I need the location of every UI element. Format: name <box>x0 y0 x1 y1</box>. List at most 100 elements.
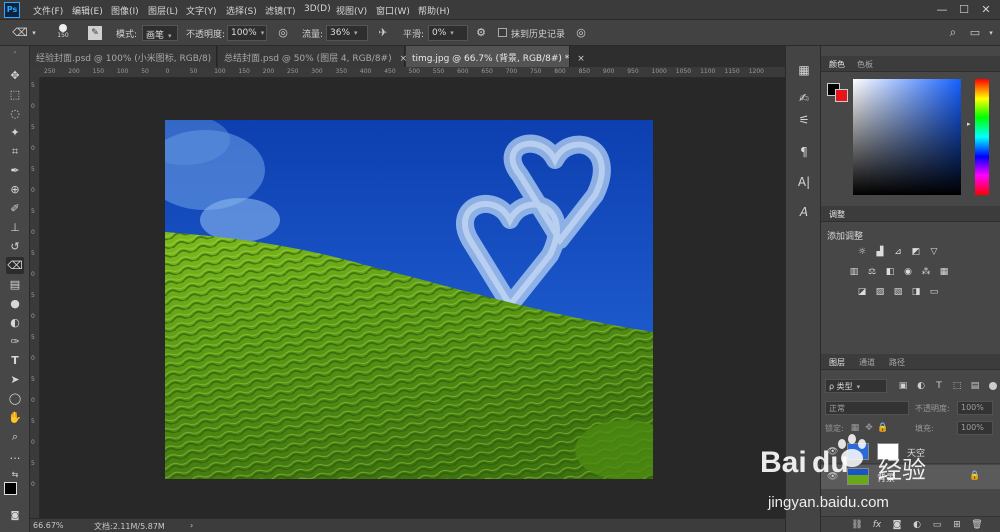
filter-toggle-icon[interactable] <box>989 382 997 390</box>
blend-mode-select[interactable]: 正常 <box>825 401 909 415</box>
filter-adjustment-icon[interactable]: ◐ <box>915 380 927 392</box>
airbrush-icon[interactable]: ✈ <box>376 26 390 40</box>
color-field[interactable] <box>853 79 961 195</box>
history-panel-icon[interactable]: ▦ <box>794 60 814 80</box>
selective-color-icon[interactable]: ◨ <box>909 286 923 298</box>
lock-all-icon[interactable]: 🔒 <box>877 422 889 434</box>
brush-settings-icon[interactable]: ✎ <box>88 26 102 40</box>
lasso-tool-icon[interactable]: ◌ <box>6 105 24 122</box>
path-selection-tool-icon[interactable]: ➤ <box>6 371 24 388</box>
move-tool-icon[interactable]: ✥ <box>6 67 24 84</box>
search-icon[interactable]: ⌕ <box>946 25 960 39</box>
menu-filter[interactable]: 滤镜(T) <box>265 4 296 17</box>
swap-colors-icon[interactable]: ⇆ <box>6 466 24 483</box>
magic-wand-tool-icon[interactable]: ✦ <box>6 124 24 141</box>
brightness-icon[interactable]: ☼ <box>855 246 869 258</box>
quick-mask-icon[interactable]: ◙ <box>6 508 24 525</box>
menu-type[interactable]: 文字(Y) <box>186 4 217 17</box>
toolbar-collapse-icon[interactable]: » <box>6 50 24 56</box>
blur-tool-icon[interactable]: ● <box>6 295 24 312</box>
clone-stamp-tool-icon[interactable]: ⊥ <box>6 219 24 236</box>
pen-tool-icon[interactable]: ✑ <box>6 333 24 350</box>
zoom-level[interactable]: 66.67% <box>33 521 64 530</box>
pressure-size-icon[interactable]: ◎ <box>574 26 588 40</box>
erase-history-checkbox[interactable] <box>498 28 507 37</box>
add-mask-icon[interactable]: ◙ <box>891 519 903 531</box>
hue-saturation-icon[interactable]: ▥ <box>847 266 861 278</box>
tab-summary-cover[interactable]: 总结封面.psd @ 50% (图层 4, RGB/8#) × <box>218 46 407 67</box>
tab-channels[interactable]: 通道 <box>859 357 875 368</box>
horizontal-ruler[interactable]: 250 200 150 100 50 0 50 100 150 200 250 300 350 400 45… <box>40 67 785 78</box>
eraser-tool-icon[interactable]: ⌫ <box>6 257 24 274</box>
close-tab-icon[interactable]: × <box>577 54 585 64</box>
photo-filter-icon[interactable]: ◉ <box>901 266 915 278</box>
filter-smart-object-icon[interactable]: ▤ <box>969 380 981 392</box>
character-panel-icon[interactable]: A| <box>794 172 814 192</box>
posterize-icon[interactable]: ▨ <box>873 286 887 298</box>
new-adjustment-icon[interactable]: ◐ <box>911 519 923 531</box>
dodge-tool-icon[interactable]: ◐ <box>6 314 24 331</box>
close-window-button[interactable]: ✕ <box>976 2 996 18</box>
new-group-icon[interactable]: ▭ <box>931 519 943 531</box>
document-image[interactable] <box>165 120 653 479</box>
pressure-opacity-icon[interactable]: ◎ <box>276 26 290 40</box>
menu-help[interactable]: 帮助(H) <box>418 4 450 17</box>
black-white-icon[interactable]: ◧ <box>883 266 897 278</box>
tab-layers[interactable]: 图层 <box>829 357 845 368</box>
hand-tool-icon[interactable]: ✋ <box>6 409 24 426</box>
vibrance-icon[interactable]: ▽ <box>927 246 941 258</box>
zoom-tool-icon[interactable]: ⌕ <box>6 428 24 445</box>
menu-layer[interactable]: 图层(L) <box>148 4 178 17</box>
status-menu-arrow[interactable]: › <box>190 521 193 530</box>
ruler-origin[interactable] <box>30 67 40 78</box>
filter-type-icon[interactable]: T <box>933 380 945 392</box>
flow-field[interactable]: 36% ▾ <box>326 25 368 41</box>
threshold-icon[interactable]: ▧ <box>891 286 905 298</box>
workspace-icon[interactable]: ▭ <box>968 26 982 40</box>
eyedropper-tool-icon[interactable]: ✒ <box>6 162 24 179</box>
color-balance-icon[interactable]: ⚖ <box>865 266 879 278</box>
hue-slider[interactable] <box>975 79 989 195</box>
ellipse-tool-icon[interactable]: ◯ <box>6 390 24 407</box>
brush-panel-icon[interactable]: ✍ <box>794 88 814 108</box>
tool-preset-dropdown-icon[interactable]: ▾ <box>30 26 38 40</box>
type-tool-icon[interactable]: T <box>6 352 24 369</box>
minimize-button[interactable]: — <box>932 2 952 18</box>
tab-timg[interactable]: timg.jpg @ 66.7% (背景, RGB/8#) * × <box>406 46 585 67</box>
hue-slider-handle-icon[interactable]: ▸ <box>967 120 971 128</box>
gradient-tool-icon[interactable]: ▤ <box>6 276 24 293</box>
layer-style-icon[interactable]: fx <box>871 519 883 531</box>
history-brush-tool-icon[interactable]: ↺ <box>6 238 24 255</box>
menu-file[interactable]: 文件(F) <box>33 4 63 17</box>
workspace-chevron-icon[interactable]: ▾ <box>986 26 996 40</box>
tab-paths[interactable]: 路径 <box>889 357 905 368</box>
crop-tool-icon[interactable]: ⌗ <box>6 143 24 160</box>
link-layers-icon[interactable]: ⛓ <box>851 519 863 531</box>
menu-image[interactable]: 图像(I) <box>111 4 139 17</box>
eraser-tool-icon[interactable]: ⌫ <box>12 26 28 40</box>
layer-opacity-field[interactable]: 100% <box>957 401 993 415</box>
vertical-ruler[interactable]: 5 0 5 0 5 0 5 0 5 0 5 0 5 0 5 0 5 0 5 0 <box>30 78 40 518</box>
levels-icon[interactable]: ▟ <box>873 246 887 258</box>
fill-field[interactable]: 100% <box>957 421 993 435</box>
mode-select[interactable]: 画笔 ▾ <box>142 25 178 41</box>
foreground-color-swatch[interactable] <box>4 482 17 495</box>
menu-select[interactable]: 选择(S) <box>226 4 257 17</box>
properties-panel-icon[interactable]: ⚟ <box>794 110 814 130</box>
menu-view[interactable]: 视图(V) <box>336 4 367 17</box>
curves-icon[interactable]: ⊿ <box>891 246 905 258</box>
marquee-tool-icon[interactable]: ⬚ <box>6 86 24 103</box>
brush-preset-picker[interactable]: 150 <box>54 23 72 45</box>
paragraph-panel-icon[interactable]: ¶ <box>794 142 814 162</box>
tab-color[interactable]: 颜色 <box>829 59 845 70</box>
layer-filter-select[interactable]: ρ 类型 ▾ <box>825 379 887 393</box>
channel-mixer-icon[interactable]: ⁂ <box>919 266 933 278</box>
color-lookup-icon[interactable]: ▦ <box>937 266 951 278</box>
tab-adjustments[interactable]: 调整 <box>829 209 845 220</box>
opacity-field[interactable]: 100% ▾ <box>227 25 267 41</box>
delete-layer-icon[interactable]: 🗑 <box>971 519 983 531</box>
smoothing-field[interactable]: 0% ▾ <box>428 25 468 41</box>
gear-icon[interactable]: ⚙ <box>474 26 488 40</box>
healing-brush-tool-icon[interactable]: ⊕ <box>6 181 24 198</box>
exposure-icon[interactable]: ◩ <box>909 246 923 258</box>
